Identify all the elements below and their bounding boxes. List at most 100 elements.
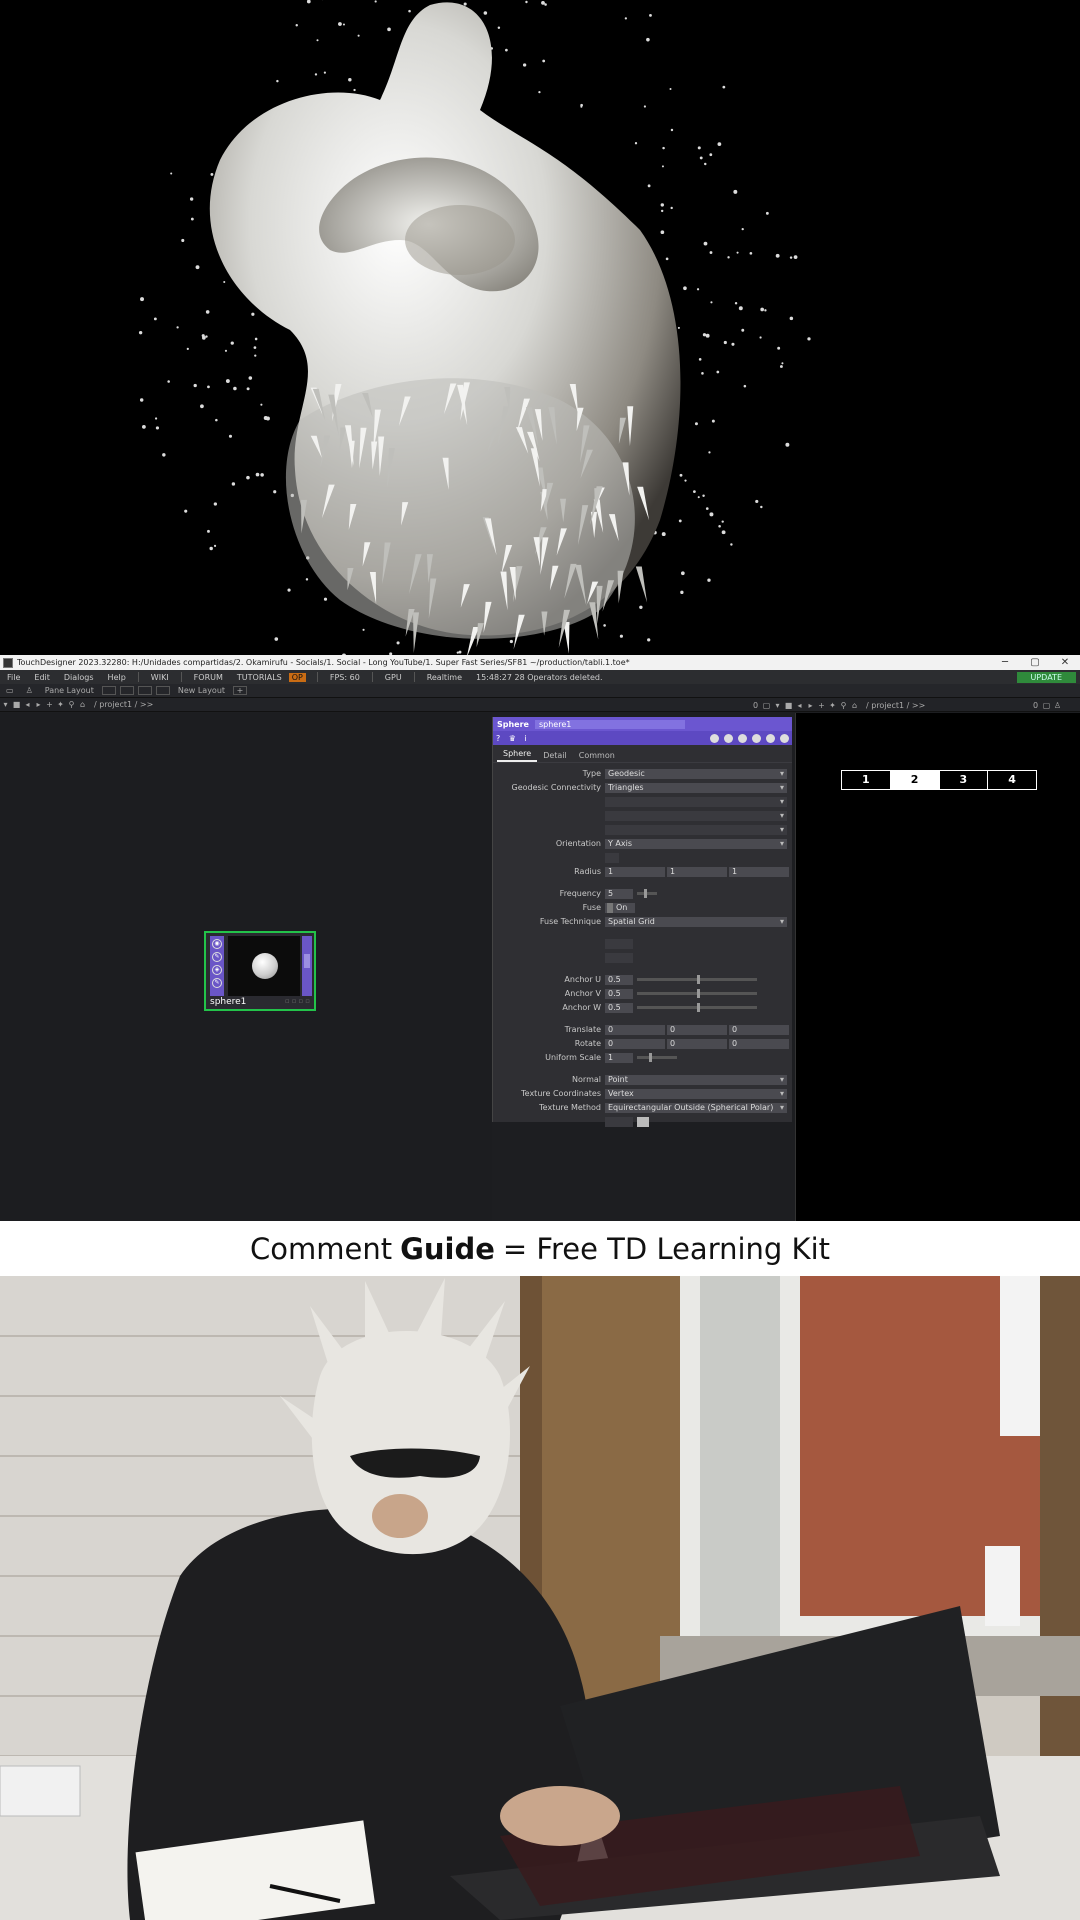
particle bbox=[722, 85, 726, 89]
uniform-scale-field[interactable]: 1 bbox=[605, 1052, 633, 1063]
network-editor[interactable]: ◉ ✎ ◈ ✎ sphere1 ▫▫▫▫ bbox=[0, 713, 492, 1221]
back-icon[interactable]: ◂ bbox=[22, 700, 33, 709]
stop-icon[interactable]: ■ bbox=[783, 701, 794, 710]
wiki-link[interactable]: WIKI bbox=[144, 673, 176, 682]
frequency-field[interactable]: 5 bbox=[605, 888, 633, 899]
forum-link[interactable]: FORUM bbox=[187, 673, 230, 682]
texture-coordinates-menu[interactable]: Vertex bbox=[605, 1088, 787, 1099]
display-flag-icon[interactable]: ◈ bbox=[212, 965, 222, 975]
rotate-y[interactable]: 0 bbox=[667, 1038, 727, 1049]
forward-icon[interactable]: ▸ bbox=[805, 701, 816, 710]
radius-z[interactable]: 1 bbox=[729, 866, 789, 877]
stop-icon[interactable]: ■ bbox=[11, 700, 22, 709]
orientation-menu[interactable]: Y Axis bbox=[605, 838, 787, 849]
layout-split-h-button[interactable] bbox=[137, 686, 152, 695]
viewer-flag-icon[interactable]: ◉ bbox=[212, 939, 222, 949]
rotate-z[interactable]: 0 bbox=[729, 1038, 789, 1049]
close-button[interactable]: ✕ bbox=[1050, 657, 1080, 668]
output-connector[interactable] bbox=[304, 954, 310, 968]
layout-quad-button[interactable] bbox=[155, 686, 170, 695]
tab-common[interactable]: Common bbox=[573, 749, 621, 762]
radius-x[interactable]: 1 bbox=[605, 866, 665, 877]
rotate-x[interactable]: 0 bbox=[605, 1038, 665, 1049]
star-icon[interactable]: ✦ bbox=[55, 700, 66, 709]
edit-flag-icon[interactable]: ✎ bbox=[212, 952, 222, 962]
viewer-pane[interactable]: 1 2 3 4 bbox=[795, 713, 1080, 1221]
particle bbox=[647, 184, 651, 188]
normal-menu[interactable]: Point bbox=[605, 1074, 787, 1085]
arrow-down-icon[interactable]: ▾ bbox=[772, 701, 783, 710]
info-icon[interactable]: i bbox=[525, 734, 527, 743]
translate-z[interactable]: 0 bbox=[729, 1024, 789, 1035]
viewer-tab-3[interactable]: 3 bbox=[940, 771, 989, 789]
pane-icon[interactable]: ▢ bbox=[761, 701, 772, 710]
color-icon[interactable] bbox=[780, 733, 789, 743]
radius-y[interactable]: 1 bbox=[667, 866, 727, 877]
layout-split-button[interactable] bbox=[119, 686, 134, 695]
texture-method-menu[interactable]: Equirectangular Outside (Spherical Polar… bbox=[605, 1102, 787, 1113]
particle bbox=[705, 507, 709, 510]
tutorials-link[interactable]: TUTORIALS bbox=[230, 673, 289, 682]
help-icon[interactable]: ? bbox=[496, 734, 500, 743]
new-layout-label[interactable]: New Layout bbox=[172, 686, 231, 695]
home-icon[interactable]: ⌂ bbox=[77, 700, 88, 709]
menu-edit[interactable]: Edit bbox=[27, 673, 57, 682]
pencil-icon[interactable] bbox=[710, 733, 719, 743]
search-icon[interactable]: ⚲ bbox=[66, 700, 77, 709]
network-path-right[interactable]: / project1 / >> bbox=[860, 701, 931, 710]
anchor-w-slider[interactable] bbox=[637, 1003, 757, 1012]
network-path-left[interactable]: / project1 / >> bbox=[88, 700, 159, 709]
frequency-slider[interactable] bbox=[637, 889, 657, 898]
forward-icon[interactable]: ▸ bbox=[33, 700, 44, 709]
comment-icon[interactable] bbox=[724, 733, 733, 743]
anchor-v-slider[interactable] bbox=[637, 989, 757, 998]
uniform-scale-slider[interactable] bbox=[637, 1053, 677, 1062]
anchor-u-field[interactable]: 0.5 bbox=[605, 974, 633, 985]
anchor-v-field[interactable]: 0.5 bbox=[605, 988, 633, 999]
lock-flag-icon[interactable]: ✎ bbox=[212, 978, 222, 988]
menu-help[interactable]: Help bbox=[101, 673, 133, 682]
tab-detail[interactable]: Detail bbox=[537, 749, 573, 762]
pane-icon[interactable]: ▭ bbox=[0, 686, 20, 695]
add-layout-button[interactable]: + bbox=[233, 686, 248, 695]
plus-icon[interactable] bbox=[766, 733, 775, 743]
pane-icon[interactable]: ▢ bbox=[1041, 701, 1052, 710]
gear-icon[interactable] bbox=[752, 733, 761, 743]
translate-x[interactable]: 0 bbox=[605, 1024, 665, 1035]
add-icon[interactable]: + bbox=[44, 700, 55, 709]
op-name-field[interactable]: sphere1 bbox=[534, 719, 685, 729]
viewer-tab-1[interactable]: 1 bbox=[842, 771, 891, 789]
search-icon[interactable]: ⚲ bbox=[838, 701, 849, 710]
minimize-button[interactable]: ─ bbox=[990, 657, 1020, 668]
add-icon[interactable]: + bbox=[816, 701, 827, 710]
arrow-down-icon[interactable]: ▾ bbox=[0, 700, 11, 709]
anchor-w-field[interactable]: 0.5 bbox=[605, 1002, 633, 1013]
translate-y[interactable]: 0 bbox=[667, 1024, 727, 1035]
back-icon[interactable]: ◂ bbox=[794, 701, 805, 710]
refresh-icon[interactable] bbox=[738, 733, 747, 743]
person-icon[interactable]: ♙ bbox=[1052, 701, 1063, 710]
star-icon[interactable]: ✦ bbox=[827, 701, 838, 710]
menu-dialogs[interactable]: Dialogs bbox=[57, 673, 101, 682]
geodesic-connectivity-menu[interactable]: Triangles bbox=[605, 782, 787, 793]
anchor-u-slider[interactable] bbox=[637, 975, 757, 984]
sphere-node[interactable]: ◉ ✎ ◈ ✎ sphere1 ▫▫▫▫ bbox=[204, 931, 316, 1011]
viewer-tab-2[interactable]: 2 bbox=[890, 771, 940, 789]
node-name[interactable]: sphere1 bbox=[210, 997, 246, 1009]
particle bbox=[255, 472, 260, 477]
menu-file[interactable]: File bbox=[0, 673, 27, 682]
particle bbox=[209, 546, 213, 551]
type-menu[interactable]: Geodesic bbox=[605, 768, 787, 779]
viewer-tab-4[interactable]: 4 bbox=[988, 771, 1036, 789]
realtime-toggle[interactable]: Realtime bbox=[420, 673, 469, 682]
fuse-technique-menu[interactable]: Spatial Grid bbox=[605, 916, 787, 927]
person-icon[interactable]: ♙ bbox=[20, 686, 39, 695]
op-badge[interactable]: OP bbox=[288, 672, 306, 682]
tab-sphere[interactable]: Sphere bbox=[497, 747, 538, 762]
fuse-toggle[interactable]: On bbox=[605, 902, 635, 913]
layout-single-button[interactable] bbox=[101, 686, 116, 695]
update-button[interactable]: UPDATE bbox=[1016, 671, 1076, 683]
python-icon[interactable]: ♛ bbox=[509, 734, 516, 743]
home-icon[interactable]: ⌂ bbox=[849, 701, 860, 710]
maximize-button[interactable]: ▢ bbox=[1020, 657, 1050, 668]
